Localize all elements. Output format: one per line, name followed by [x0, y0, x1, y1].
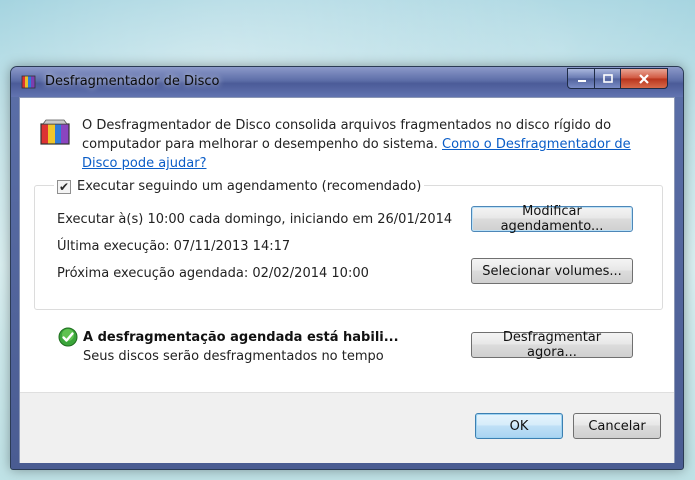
ok-button[interactable]: OK [475, 413, 563, 439]
intro-text: O Desfragmentador de Disco consolida arq… [82, 116, 662, 173]
modify-schedule-button[interactable]: Modificar agendamento... [471, 204, 633, 234]
maximize-button[interactable] [594, 68, 622, 89]
minimize-icon [577, 79, 586, 82]
close-icon [639, 73, 649, 84]
green-check-shield-icon [58, 327, 78, 347]
title-bar[interactable]: Desfragmentador de Disco [11, 67, 683, 97]
status-subtitle: Seus discos serão desfragmentados no tem… [83, 349, 384, 364]
window-title: Desfragmentador de Disco [45, 74, 220, 89]
cancel-button[interactable]: Cancelar [573, 413, 661, 439]
defrag-now-button[interactable]: Desfragmentar agora... [471, 330, 633, 360]
schedule-checkbox-label: Executar seguindo um agendamento (recome… [77, 179, 422, 194]
close-button[interactable] [620, 68, 668, 89]
minimize-button[interactable] [567, 68, 596, 89]
status-title: A desfragmentação agendada está habili..… [83, 330, 399, 345]
schedule-checkbox-row[interactable]: ✔ Executar seguindo um agendamento (reco… [54, 179, 425, 194]
maximize-icon [603, 73, 613, 83]
defrag-dialog: Desfragmentador de Disco O Desfragmentad… [10, 66, 684, 470]
run-schedule-text: Executar à(s) 10:00 cada domingo, inicia… [57, 212, 453, 227]
dialog-content: O Desfragmentador de Disco consolida arq… [19, 97, 675, 463]
defrag-icon [21, 75, 36, 89]
last-run-text: Última execução: 07/11/2013 14:17 [57, 239, 291, 254]
select-volumes-button[interactable]: Selecionar volumes... [471, 258, 633, 284]
next-run-text: Próxima execução agendada: 02/02/2014 10… [57, 266, 369, 281]
defrag-icon [40, 119, 70, 145]
schedule-checkbox[interactable]: ✔ [57, 179, 71, 194]
dialog-footer: OK Cancelar [20, 392, 674, 463]
